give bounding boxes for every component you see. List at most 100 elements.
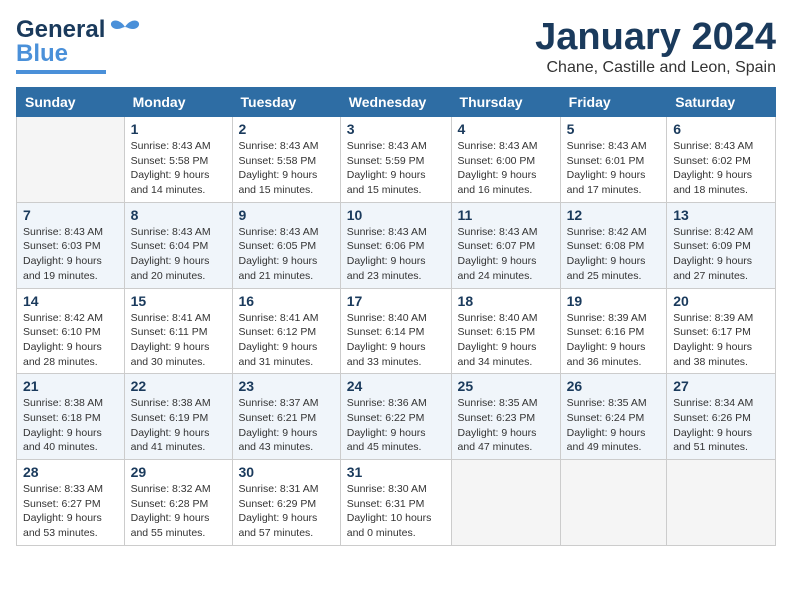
- day-info: Sunrise: 8:33 AMSunset: 6:27 PMDaylight:…: [23, 482, 118, 541]
- calendar-header-sunday: Sunday: [17, 88, 125, 117]
- calendar-day-cell: 29Sunrise: 8:32 AMSunset: 6:28 PMDayligh…: [124, 460, 232, 546]
- calendar-table: SundayMondayTuesdayWednesdayThursdayFrid…: [16, 87, 776, 546]
- calendar-day-cell: 3 Sunrise: 8:43 AMSunset: 5:59 PMDaylight…: [340, 117, 451, 203]
- day-number: 27: [673, 378, 769, 394]
- calendar-day-cell: 16 Sunrise: 8:41 AMSunset: 6:12 PMDayligh…: [232, 288, 340, 374]
- day-info: Sunrise: 8:39 AMSunset: 6:17 PMDaylight:…: [673, 311, 769, 370]
- day-info: Sunrise: 8:41 AMSunset: 6:12 PMDaylight:…: [239, 311, 334, 370]
- calendar-week-row: 7Sunrise: 8:43 AMSunset: 6:03 PMDaylight…: [17, 202, 776, 288]
- calendar-day-cell: 11 Sunrise: 8:43 AMSunset: 6:07 PMDayligh…: [451, 202, 560, 288]
- calendar-day-cell: 13Sunrise: 8:42 AMSunset: 6:09 PMDayligh…: [667, 202, 776, 288]
- calendar-day-cell: 24 Sunrise: 8:36 AMSunset: 6:22 PMDayligh…: [340, 374, 451, 460]
- day-number: 30: [239, 464, 334, 480]
- day-info: Sunrise: 8:40 AMSunset: 6:14 PMDaylight:…: [347, 311, 445, 370]
- day-info: Sunrise: 8:38 AMSunset: 6:18 PMDaylight:…: [23, 396, 118, 455]
- day-info: Sunrise: 8:38 AMSunset: 6:19 PMDaylight:…: [131, 396, 226, 455]
- day-info: Sunrise: 8:43 AMSunset: 6:00 PMDaylight:…: [458, 139, 554, 198]
- day-number: 19: [567, 293, 661, 309]
- calendar-day-cell: [451, 460, 560, 546]
- calendar-day-cell: 17 Sunrise: 8:40 AMSunset: 6:14 PMDayligh…: [340, 288, 451, 374]
- day-info: Sunrise: 8:43 AMSunset: 5:58 PMDaylight:…: [131, 139, 226, 198]
- day-info: Sunrise: 8:42 AMSunset: 6:09 PMDaylight:…: [673, 225, 769, 284]
- calendar-header-saturday: Saturday: [667, 88, 776, 117]
- calendar-day-cell: 28 Sunrise: 8:33 AMSunset: 6:27 PMDayligh…: [17, 460, 125, 546]
- day-info: Sunrise: 8:36 AMSunset: 6:22 PMDaylight:…: [347, 396, 445, 455]
- day-number: 10: [347, 207, 445, 223]
- calendar-day-cell: 8 Sunrise: 8:43 AMSunset: 6:04 PMDaylight…: [124, 202, 232, 288]
- day-info: Sunrise: 8:43 AMSunset: 6:04 PMDaylight:…: [131, 225, 226, 284]
- calendar-day-cell: 23 Sunrise: 8:37 AMSunset: 6:21 PMDayligh…: [232, 374, 340, 460]
- day-number: 15: [131, 293, 226, 309]
- day-info: Sunrise: 8:40 AMSunset: 6:15 PMDaylight:…: [458, 311, 554, 370]
- day-number: 21: [23, 378, 118, 394]
- day-info: Sunrise: 8:43 AMSunset: 5:59 PMDaylight:…: [347, 139, 445, 198]
- calendar-day-cell: 26Sunrise: 8:35 AMSunset: 6:24 PMDayligh…: [560, 374, 667, 460]
- calendar-day-cell: 14Sunrise: 8:42 AMSunset: 6:10 PMDayligh…: [17, 288, 125, 374]
- title-section: January 2024 Chane, Castille and Leon, S…: [535, 16, 776, 77]
- calendar-week-row: 14Sunrise: 8:42 AMSunset: 6:10 PMDayligh…: [17, 288, 776, 374]
- calendar-day-cell: 9 Sunrise: 8:43 AMSunset: 6:05 PMDaylight…: [232, 202, 340, 288]
- day-number: 31: [347, 464, 445, 480]
- day-number: 4: [458, 121, 554, 137]
- day-info: Sunrise: 8:34 AMSunset: 6:26 PMDaylight:…: [673, 396, 769, 455]
- day-info: Sunrise: 8:43 AMSunset: 6:03 PMDaylight:…: [23, 225, 118, 284]
- day-info: Sunrise: 8:43 AMSunset: 6:06 PMDaylight:…: [347, 225, 445, 284]
- calendar-day-cell: 31Sunrise: 8:30 AMSunset: 6:31 PMDayligh…: [340, 460, 451, 546]
- calendar-week-row: 1Sunrise: 8:43 AMSunset: 5:58 PMDaylight…: [17, 117, 776, 203]
- calendar-day-cell: 21 Sunrise: 8:38 AMSunset: 6:18 PMDayligh…: [17, 374, 125, 460]
- day-number: 9: [239, 207, 334, 223]
- day-info: Sunrise: 8:39 AMSunset: 6:16 PMDaylight:…: [567, 311, 661, 370]
- calendar-week-row: 21 Sunrise: 8:38 AMSunset: 6:18 PMDayligh…: [17, 374, 776, 460]
- day-number: 18: [458, 293, 554, 309]
- day-info: Sunrise: 8:43 AMSunset: 6:05 PMDaylight:…: [239, 225, 334, 284]
- calendar-day-cell: 27 Sunrise: 8:34 AMSunset: 6:26 PMDayligh…: [667, 374, 776, 460]
- logo-bird-icon: [109, 19, 141, 41]
- day-number: 8: [131, 207, 226, 223]
- day-number: 17: [347, 293, 445, 309]
- day-number: 16: [239, 293, 334, 309]
- day-number: 24: [347, 378, 445, 394]
- calendar-day-cell: 10 Sunrise: 8:43 AMSunset: 6:06 PMDayligh…: [340, 202, 451, 288]
- calendar-day-cell: 6 Sunrise: 8:43 AMSunset: 6:02 PMDaylight…: [667, 117, 776, 203]
- day-number: 6: [673, 121, 769, 137]
- day-info: Sunrise: 8:43 AMSunset: 6:07 PMDaylight:…: [458, 225, 554, 284]
- day-info: Sunrise: 8:42 AMSunset: 6:08 PMDaylight:…: [567, 225, 661, 284]
- day-number: 12: [567, 207, 661, 223]
- logo: General Blue: [16, 16, 141, 74]
- calendar-day-cell: 4 Sunrise: 8:43 AMSunset: 6:00 PMDaylight…: [451, 117, 560, 203]
- calendar-header-monday: Monday: [124, 88, 232, 117]
- day-info: Sunrise: 8:35 AMSunset: 6:23 PMDaylight:…: [458, 396, 554, 455]
- logo-blue: Blue: [16, 40, 68, 68]
- calendar-day-cell: 22 Sunrise: 8:38 AMSunset: 6:19 PMDayligh…: [124, 374, 232, 460]
- calendar-week-row: 28 Sunrise: 8:33 AMSunset: 6:27 PMDayligh…: [17, 460, 776, 546]
- day-number: 5: [567, 121, 661, 137]
- day-info: Sunrise: 8:37 AMSunset: 6:21 PMDaylight:…: [239, 396, 334, 455]
- day-number: 11: [458, 207, 554, 223]
- calendar-day-cell: [560, 460, 667, 546]
- calendar-day-cell: 7Sunrise: 8:43 AMSunset: 6:03 PMDaylight…: [17, 202, 125, 288]
- calendar-day-cell: [17, 117, 125, 203]
- day-number: 22: [131, 378, 226, 394]
- day-number: 26: [567, 378, 661, 394]
- logo-underline: [16, 70, 106, 74]
- calendar-day-cell: 25 Sunrise: 8:35 AMSunset: 6:23 PMDayligh…: [451, 374, 560, 460]
- day-number: 3: [347, 121, 445, 137]
- calendar-day-cell: 18 Sunrise: 8:40 AMSunset: 6:15 PMDayligh…: [451, 288, 560, 374]
- day-info: Sunrise: 8:32 AMSunset: 6:28 PMDaylight:…: [131, 482, 226, 541]
- calendar-day-cell: 12 Sunrise: 8:42 AMSunset: 6:08 PMDayligh…: [560, 202, 667, 288]
- calendar-header-row: SundayMondayTuesdayWednesdayThursdayFrid…: [17, 88, 776, 117]
- calendar-day-cell: [667, 460, 776, 546]
- day-info: Sunrise: 8:41 AMSunset: 6:11 PMDaylight:…: [131, 311, 226, 370]
- location-subtitle: Chane, Castille and Leon, Spain: [535, 59, 776, 77]
- day-number: 25: [458, 378, 554, 394]
- day-number: 23: [239, 378, 334, 394]
- calendar-day-cell: 5Sunrise: 8:43 AMSunset: 6:01 PMDaylight…: [560, 117, 667, 203]
- calendar-header-thursday: Thursday: [451, 88, 560, 117]
- calendar-header-tuesday: Tuesday: [232, 88, 340, 117]
- calendar-day-cell: 2Sunrise: 8:43 AMSunset: 5:58 PMDaylight…: [232, 117, 340, 203]
- day-number: 28: [23, 464, 118, 480]
- calendar-day-cell: 1Sunrise: 8:43 AMSunset: 5:58 PMDaylight…: [124, 117, 232, 203]
- day-info: Sunrise: 8:43 AMSunset: 6:02 PMDaylight:…: [673, 139, 769, 198]
- day-number: 2: [239, 121, 334, 137]
- day-info: Sunrise: 8:42 AMSunset: 6:10 PMDaylight:…: [23, 311, 118, 370]
